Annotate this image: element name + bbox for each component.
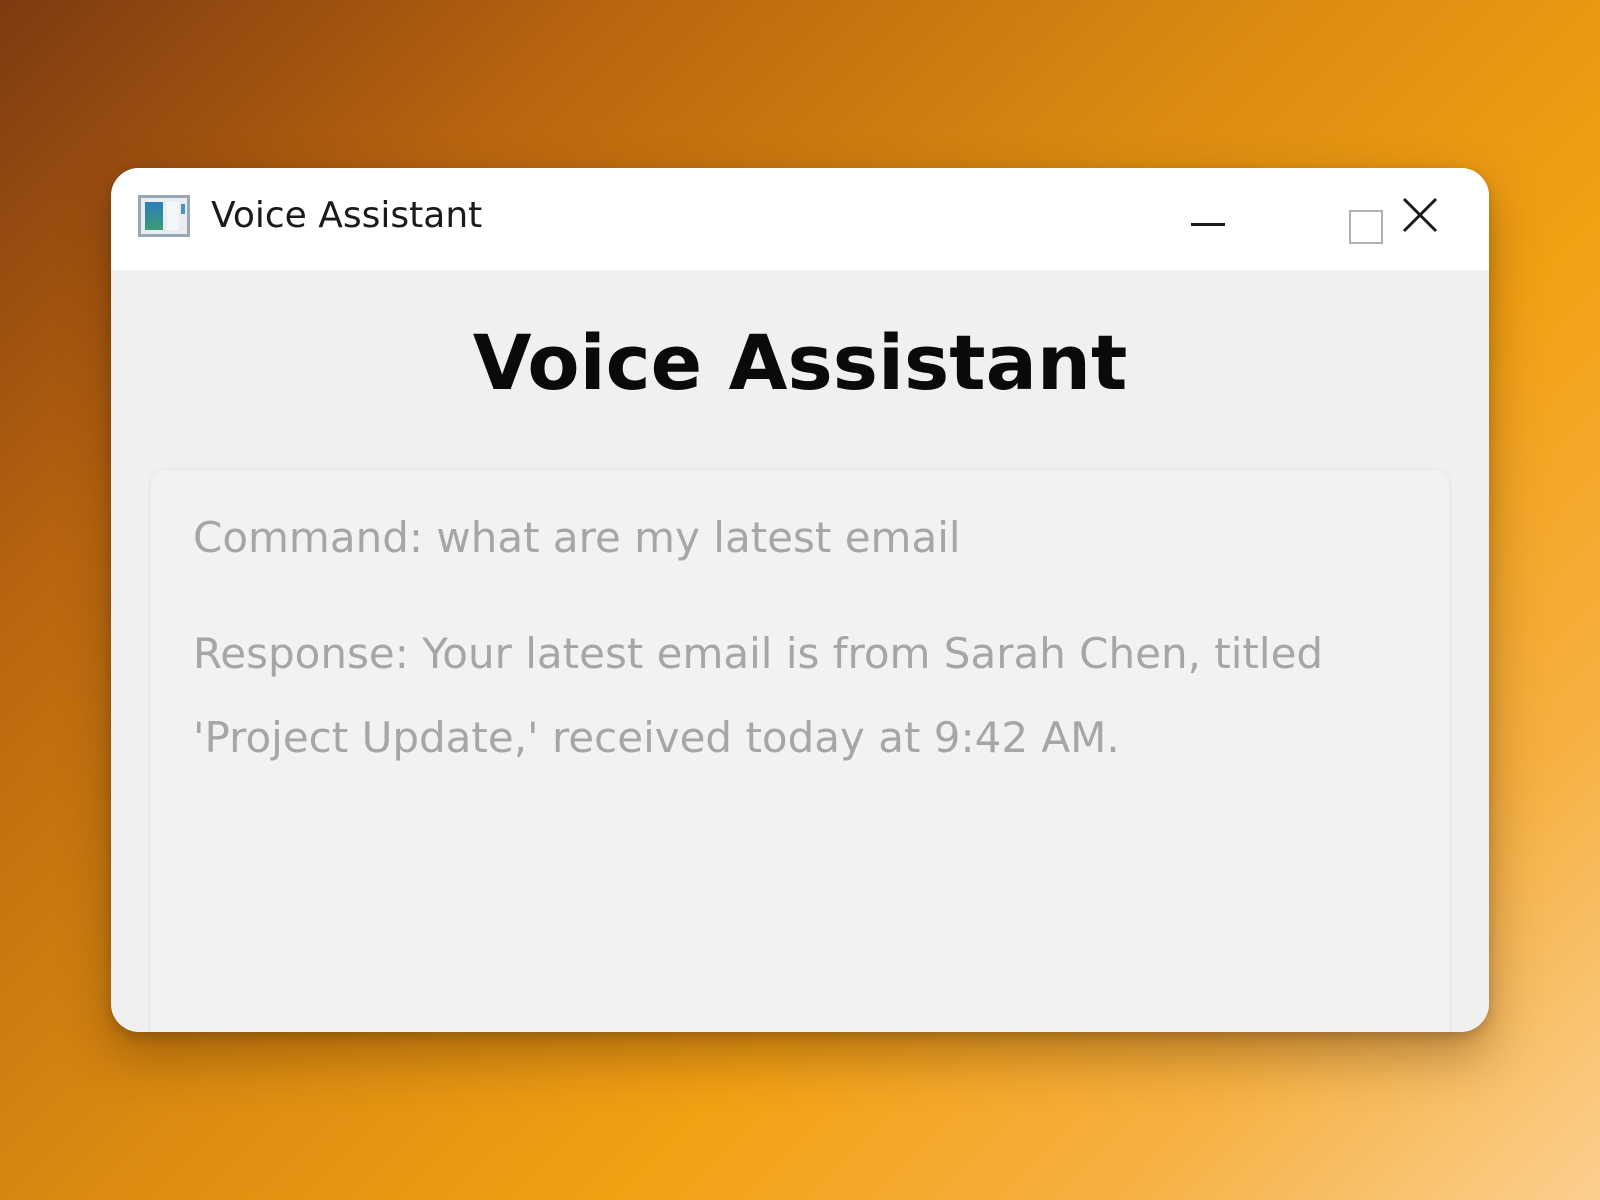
close-icon bbox=[1402, 197, 1438, 233]
response-text: Response: Your latest email is from Sara… bbox=[193, 629, 1324, 762]
window-title: Voice Assistant bbox=[211, 195, 483, 236]
minimize-button[interactable] bbox=[1139, 180, 1231, 250]
title-bar[interactable]: Voice Assistant bbox=[111, 168, 1489, 270]
app-window: Voice Assistant Voice Assistant Command:… bbox=[111, 168, 1489, 1032]
page-title: Voice Assistant bbox=[472, 318, 1128, 407]
conversation-log: Command: what are my latest email Respon… bbox=[151, 470, 1449, 1032]
app-window-icon bbox=[138, 195, 190, 237]
minimize-icon bbox=[1191, 223, 1225, 226]
close-button[interactable] bbox=[1373, 180, 1465, 250]
command-text: Command: what are my latest email bbox=[193, 513, 961, 562]
